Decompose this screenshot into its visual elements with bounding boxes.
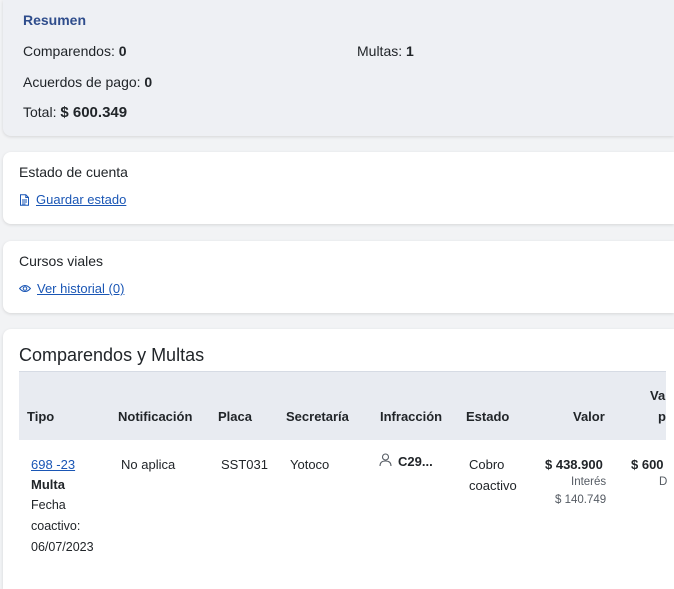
comparendos-multas-card: Comparendos y Multas Tipo Notificación P…	[3, 329, 674, 589]
header-valor-pagar-line2: p	[658, 409, 666, 424]
cursos-viales-card: Cursos viales Ver historial (0)	[3, 241, 674, 313]
row-valor: $ 438.900	[545, 457, 603, 472]
document-icon	[19, 193, 30, 206]
header-estado: Estado	[466, 409, 510, 424]
guardar-estado-label: Guardar estado	[36, 192, 127, 207]
eye-icon	[19, 284, 31, 293]
row-infraccion[interactable]: C29...	[379, 453, 433, 470]
row-placa: SST031	[221, 457, 268, 472]
row-fecha-line2: coactivo:	[31, 519, 81, 533]
summary-card: Resumen Comparendos: 0 Multas: 1 Acuerdo…	[3, 0, 674, 136]
comparendos-count: Comparendos: 0	[23, 43, 127, 59]
guardar-estado-link[interactable]: Guardar estado	[19, 192, 126, 207]
row-valor-pagar-sub: D	[659, 476, 668, 488]
multas-count: Multas: 1	[357, 43, 414, 59]
row-interes-value: $ 140.749	[555, 494, 607, 506]
row-secretaria: Yotoco	[290, 457, 330, 472]
header-infraccion: Infracción	[380, 409, 443, 424]
summary-title: Resumen	[23, 12, 87, 28]
ver-historial-label: Ver historial (0)	[37, 281, 125, 296]
row-estado-line2: coactivo	[469, 478, 517, 493]
row-interes-label: Interés	[571, 476, 607, 488]
row-valor-pagar: $ 600	[631, 457, 664, 472]
row-infraccion-code: C29...	[398, 454, 433, 469]
cursos-viales-title: Cursos viales	[19, 253, 104, 269]
table-header: Tipo Notificación Placa Secretaría Infra…	[19, 371, 666, 440]
header-valor-pagar-line1: Va	[650, 388, 666, 403]
person-icon	[379, 453, 392, 470]
header-secretaria: Secretaría	[286, 409, 349, 424]
acuerdos-count: Acuerdos de pago: 0	[23, 74, 153, 90]
row-notificacion: No aplica	[121, 457, 176, 472]
row-fecha-line3: 06/07/2023	[31, 540, 94, 554]
header-tipo: Tipo	[27, 409, 55, 424]
total-amount: Total: $ 600.349	[23, 104, 128, 121]
ver-historial-link[interactable]: Ver historial (0)	[19, 281, 124, 296]
row-estado-line1: Cobro	[469, 457, 505, 472]
header-notificacion: Notificación	[118, 409, 193, 424]
header-valor: Valor	[573, 409, 605, 424]
comparendo-number-link[interactable]: 698 -23	[31, 457, 75, 472]
estado-cuenta-title: Estado de cuenta	[19, 164, 128, 180]
estado-cuenta-card: Estado de cuenta Guardar estado	[3, 152, 674, 224]
header-placa: Placa	[218, 409, 252, 424]
row-fecha-line1: Fecha	[31, 498, 66, 512]
comparendos-multas-title: Comparendos y Multas	[19, 345, 205, 365]
row-tipo: Multa	[31, 477, 65, 492]
